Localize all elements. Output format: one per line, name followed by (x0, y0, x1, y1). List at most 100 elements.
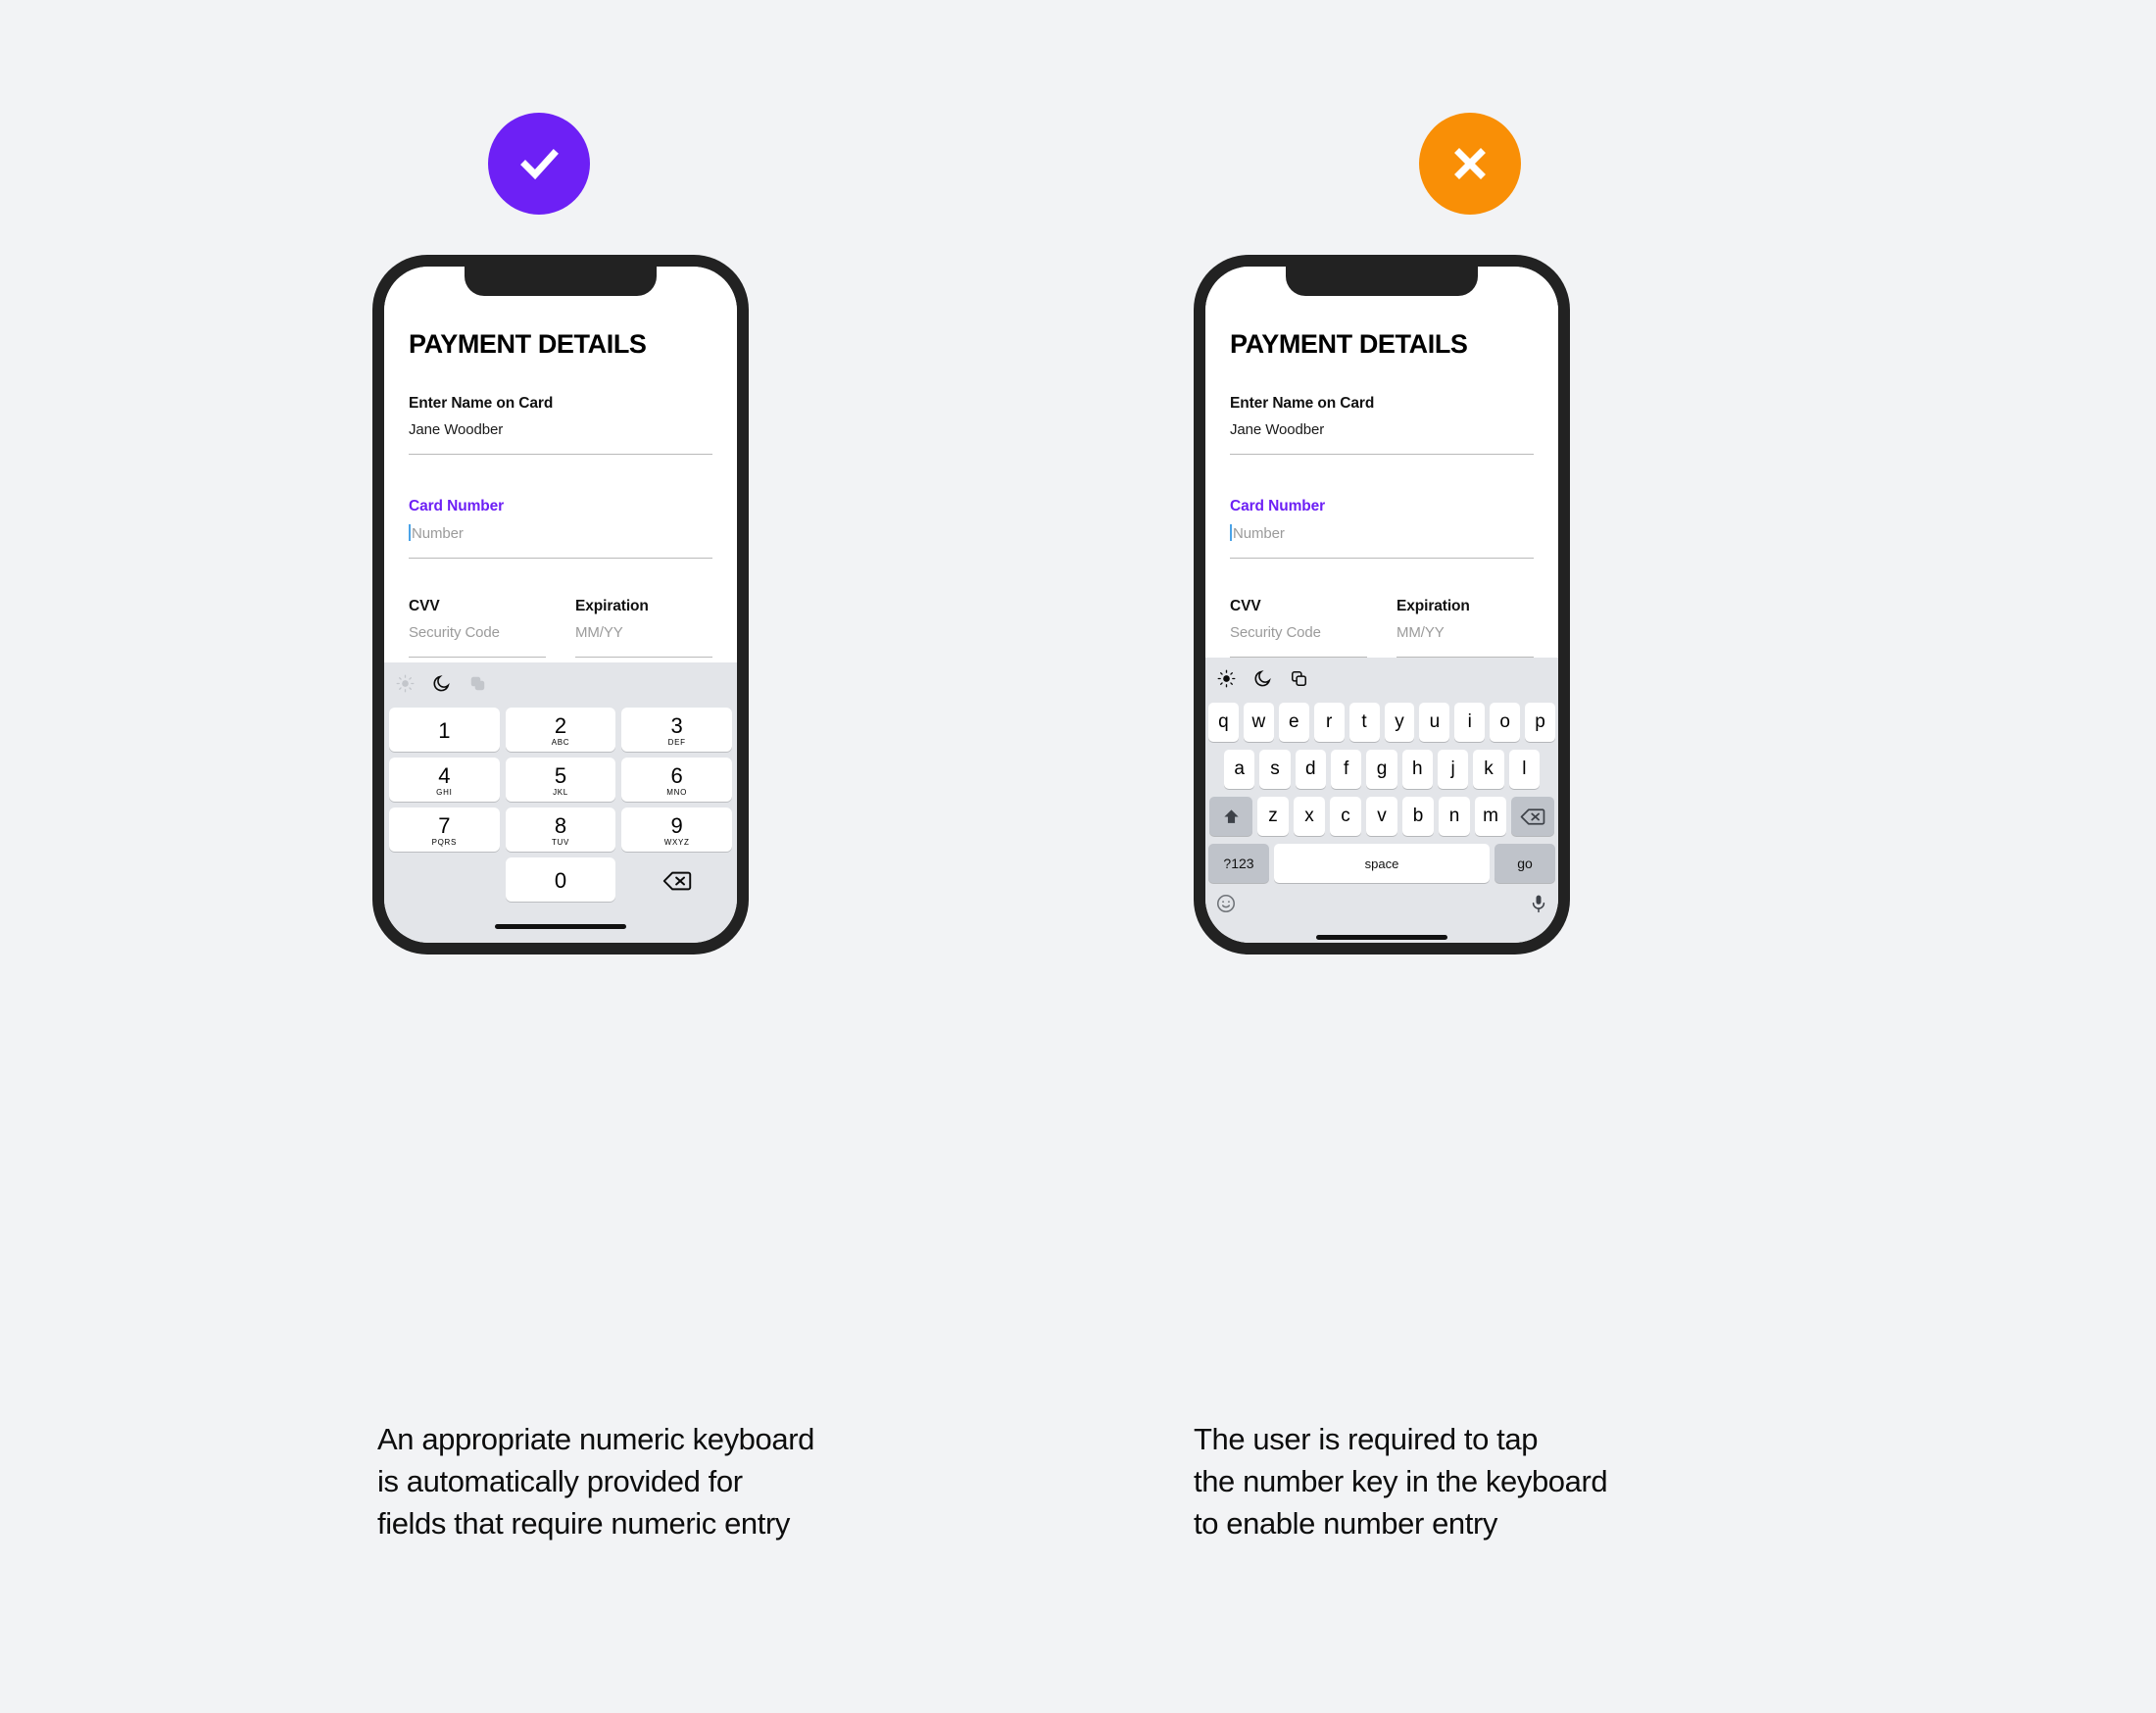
field-label: CVV (409, 598, 440, 614)
key-e[interactable]: e (1278, 703, 1309, 742)
key-k[interactable]: k (1473, 750, 1504, 789)
phone-mockup-bad: PAYMENT DETAILS Enter Name on Card Jane … (1194, 255, 1570, 954)
keypad-row: 4 GHI 5 JKL 6 MNO (389, 758, 733, 802)
field-cvv[interactable]: CVV Security Code (1230, 598, 1367, 658)
key-o[interactable]: o (1490, 703, 1521, 742)
sun-icon[interactable] (396, 674, 415, 693)
panel-good-example: PAYMENT DETAILS Enter Name on Card Jane … (0, 0, 1078, 1713)
field-name-on-card[interactable]: Enter Name on Card Jane Woodber (409, 395, 712, 455)
field-label: Card Number (409, 498, 505, 514)
key-r[interactable]: r (1313, 703, 1345, 742)
key-letters: ABC (551, 737, 570, 747)
key-t[interactable]: t (1348, 703, 1380, 742)
key-space[interactable]: space (1274, 844, 1490, 883)
copy-icon[interactable] (1290, 669, 1308, 688)
sun-icon[interactable] (1217, 669, 1236, 688)
key-h[interactable]: h (1401, 750, 1433, 789)
key-v[interactable]: v (1366, 797, 1397, 836)
copy-icon[interactable] (468, 674, 487, 693)
phone-mockup-good: PAYMENT DETAILS Enter Name on Card Jane … (372, 255, 749, 954)
phone-notch (465, 267, 657, 296)
key-5[interactable]: 5 JKL (505, 758, 616, 802)
field-value: MM/YY (575, 624, 623, 641)
key-n[interactable]: n (1439, 797, 1470, 836)
key-digit: 8 (554, 812, 567, 838)
keyboard-toolbar (384, 662, 737, 704)
key-3[interactable]: 3 DEF (621, 708, 733, 752)
key-l[interactable]: l (1508, 750, 1540, 789)
moon-icon[interactable] (1253, 669, 1272, 688)
key-1[interactable]: 1 (389, 708, 500, 752)
page-title: PAYMENT DETAILS (409, 329, 647, 359)
key-z[interactable]: z (1257, 797, 1289, 836)
key-letters: WXYZ (663, 837, 690, 847)
field-label: Card Number (1230, 498, 1326, 514)
page-title: PAYMENT DETAILS (1230, 329, 1468, 359)
field-row-cvv-expiration: CVV Security Code Expiration MM/YY (409, 598, 712, 658)
field-value: Jane Woodber (409, 421, 504, 438)
field-expiration[interactable]: Expiration MM/YY (1396, 598, 1534, 658)
key-numeric-toggle[interactable]: ?123 (1208, 844, 1269, 883)
status-badge-success (488, 113, 590, 215)
key-i[interactable]: i (1454, 703, 1486, 742)
key-y[interactable]: y (1384, 703, 1415, 742)
key-a[interactable]: a (1224, 750, 1255, 789)
qwerty-keyboard: q w e r t y u i o p a s d f g h j k l z … (1205, 658, 1558, 943)
comparison-stage: PAYMENT DETAILS Enter Name on Card Jane … (0, 0, 2156, 1713)
home-indicator[interactable] (495, 923, 626, 929)
key-letters: GHI (436, 787, 453, 797)
field-cvv[interactable]: CVV Security Code (409, 598, 546, 658)
key-9[interactable]: 9 WXYZ (621, 808, 733, 852)
home-indicator-area (384, 909, 737, 943)
key-b[interactable]: b (1402, 797, 1434, 836)
keypad-row: 0 (389, 857, 732, 902)
key-0[interactable]: 0 (505, 857, 616, 902)
field-expiration[interactable]: Expiration MM/YY (575, 598, 712, 658)
keypad-row: 7 PQRS 8 TUV 9 WXYZ (389, 808, 733, 852)
key-q[interactable]: q (1207, 703, 1239, 742)
home-indicator-area (1205, 920, 1558, 943)
keyboard-row-3: z x c v b n m (1208, 797, 1555, 836)
key-x[interactable]: x (1294, 797, 1325, 836)
field-placeholder-text: Number (412, 525, 464, 542)
field-value: Security Code (409, 624, 500, 641)
key-go[interactable]: go (1494, 844, 1555, 883)
key-j[interactable]: j (1437, 750, 1469, 789)
field-value: Jane Woodber (1230, 421, 1325, 438)
key-4[interactable]: 4 GHI (389, 758, 500, 802)
key-d[interactable]: d (1295, 750, 1326, 789)
payment-form: PAYMENT DETAILS Enter Name on Card Jane … (384, 267, 737, 658)
field-label: Enter Name on Card (409, 395, 554, 412)
key-w[interactable]: w (1243, 703, 1274, 742)
field-card-number[interactable]: Card Number Number (409, 498, 712, 559)
emoji-smiley-icon[interactable] (1215, 893, 1237, 914)
moon-icon[interactable] (432, 674, 451, 693)
key-s[interactable]: s (1259, 750, 1291, 789)
key-g[interactable]: g (1366, 750, 1397, 789)
field-underline (575, 657, 712, 658)
field-name-on-card[interactable]: Enter Name on Card Jane Woodber (1230, 395, 1534, 455)
key-u[interactable]: u (1419, 703, 1450, 742)
key-2[interactable]: 2 ABC (505, 708, 616, 752)
key-backspace[interactable] (1511, 797, 1554, 836)
key-7[interactable]: 7 PQRS (389, 808, 500, 852)
key-p[interactable]: p (1525, 703, 1556, 742)
status-badge-error (1419, 113, 1521, 215)
key-digit: 4 (438, 762, 451, 788)
field-value: Number (409, 524, 712, 542)
key-backspace[interactable] (621, 857, 732, 902)
microphone-icon[interactable] (1529, 893, 1548, 914)
key-m[interactable]: m (1475, 797, 1506, 836)
numeric-keypad: 1 2 ABC 3 DEF 4 GHI 5 JKL 6 MNO 7 PQRS 8… (384, 704, 737, 909)
backspace-icon (662, 871, 691, 890)
key-letters: MNO (666, 787, 688, 797)
key-shift[interactable] (1209, 797, 1252, 836)
key-6[interactable]: 6 MNO (621, 758, 733, 802)
home-indicator[interactable] (1316, 934, 1447, 940)
key-f[interactable]: f (1331, 750, 1362, 789)
key-c[interactable]: c (1330, 797, 1361, 836)
field-card-number[interactable]: Card Number Number (1230, 498, 1534, 559)
text-caret (1230, 524, 1232, 541)
key-8[interactable]: 8 TUV (505, 808, 616, 852)
key-letters: PQRS (431, 837, 458, 847)
